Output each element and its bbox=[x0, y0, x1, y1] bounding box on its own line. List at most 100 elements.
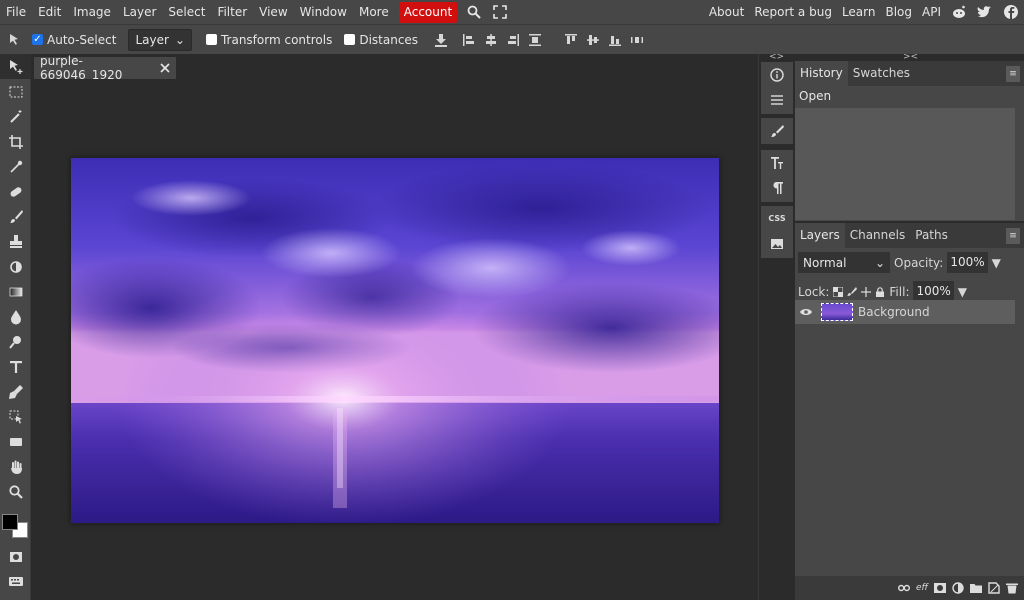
search-icon[interactable] bbox=[461, 0, 487, 24]
collapse-arrows-icon[interactable]: <> bbox=[769, 52, 784, 62]
lock-transparency-icon[interactable] bbox=[833, 286, 844, 297]
menu-window[interactable]: Window bbox=[294, 0, 353, 24]
layers-panel-tabs: Layers Channels Paths ≡ bbox=[795, 223, 1024, 248]
account-button[interactable]: Account bbox=[398, 1, 458, 23]
close-icon[interactable] bbox=[160, 63, 170, 73]
paragraph-icon[interactable] bbox=[761, 175, 793, 200]
history-panel: History Swatches ≡ Open bbox=[795, 61, 1024, 221]
blur-tool-button[interactable] bbox=[0, 304, 31, 329]
blend-mode-select[interactable]: Normal ⌄ bbox=[798, 252, 890, 273]
align-top-icon[interactable] bbox=[560, 29, 582, 51]
distribute-icon[interactable] bbox=[524, 29, 546, 51]
target-select[interactable]: Layer ⌄ bbox=[128, 28, 192, 51]
quick-mask-button[interactable] bbox=[0, 544, 31, 569]
foreground-color-swatch[interactable] bbox=[2, 514, 18, 530]
facebook-icon[interactable] bbox=[998, 0, 1024, 24]
marquee-tool-button[interactable] bbox=[0, 79, 31, 104]
lock-move-icon[interactable] bbox=[861, 286, 872, 297]
gradient-tool-button[interactable] bbox=[0, 279, 31, 304]
css-icon[interactable]: CSS bbox=[761, 206, 793, 231]
layer-mask-icon[interactable] bbox=[932, 580, 948, 596]
menu-layer[interactable]: Layer bbox=[117, 0, 162, 24]
auto-select-option[interactable]: ✓ Auto-Select bbox=[32, 33, 116, 47]
tab-channels[interactable]: Channels bbox=[845, 223, 911, 248]
magic-wand-tool-button[interactable] bbox=[0, 104, 31, 129]
info-icon[interactable] bbox=[761, 62, 793, 87]
crop-tool-button[interactable] bbox=[0, 129, 31, 154]
move-tool-button[interactable] bbox=[0, 54, 31, 79]
align-center-icon[interactable] bbox=[480, 29, 502, 51]
fill-input[interactable]: 100% bbox=[913, 281, 954, 302]
pen-tool-button[interactable] bbox=[0, 379, 31, 404]
brush-settings-icon[interactable] bbox=[761, 118, 793, 143]
blend-mode-value: Normal bbox=[803, 255, 847, 270]
new-layer-icon[interactable] bbox=[986, 580, 1002, 596]
adjustment-layer-icon[interactable] bbox=[950, 580, 966, 596]
distribute-horizontal-icon[interactable] bbox=[626, 29, 648, 51]
adjustments-icon[interactable] bbox=[761, 87, 793, 112]
tab-swatches[interactable]: Swatches bbox=[848, 61, 915, 86]
panel-menu-icon[interactable]: ≡ bbox=[1006, 66, 1020, 82]
panel-menu-icon[interactable]: ≡ bbox=[1006, 228, 1020, 244]
menu-filter[interactable]: Filter bbox=[211, 0, 253, 24]
opacity-input[interactable]: 100% bbox=[947, 252, 988, 273]
keyboard-icon[interactable] bbox=[0, 568, 31, 593]
mini-box-1 bbox=[761, 62, 793, 114]
distances-option[interactable]: Distances bbox=[344, 33, 418, 47]
eye-icon[interactable] bbox=[795, 308, 817, 316]
reddit-icon[interactable] bbox=[946, 0, 972, 24]
fullscreen-icon[interactable] bbox=[487, 0, 513, 24]
tab-layers[interactable]: Layers bbox=[795, 223, 845, 248]
history-item[interactable]: Open bbox=[795, 86, 1024, 106]
new-group-icon[interactable] bbox=[968, 580, 984, 596]
stamp-tool-button[interactable] bbox=[0, 229, 31, 254]
canvas-image[interactable] bbox=[71, 158, 719, 523]
align-middle-icon[interactable] bbox=[582, 29, 604, 51]
shape-tool-button[interactable] bbox=[0, 429, 31, 454]
hand-tool-button[interactable] bbox=[0, 454, 31, 479]
eraser-tool-button[interactable] bbox=[0, 254, 31, 279]
learn-link[interactable]: Learn bbox=[837, 5, 881, 19]
path-select-tool-button[interactable] bbox=[0, 404, 31, 429]
layer-row[interactable]: Background bbox=[795, 300, 1015, 324]
layer-effects-icon[interactable]: eff bbox=[914, 580, 930, 596]
auto-select-checkbox[interactable]: ✓ bbox=[32, 34, 43, 45]
brush-tool-button[interactable] bbox=[0, 204, 31, 229]
lock-brush-icon[interactable] bbox=[847, 286, 858, 297]
purple-sunset-image bbox=[71, 158, 719, 523]
about-link[interactable]: About bbox=[704, 5, 749, 19]
download-icon[interactable] bbox=[430, 29, 452, 51]
menu-edit[interactable]: Edit bbox=[32, 0, 67, 24]
align-bottom-icon[interactable] bbox=[604, 29, 626, 51]
character-icon[interactable] bbox=[761, 150, 793, 175]
dodge-tool-button[interactable] bbox=[0, 329, 31, 354]
menu-select[interactable]: Select bbox=[162, 0, 211, 24]
link-layers-icon[interactable] bbox=[896, 580, 912, 596]
image-icon[interactable] bbox=[761, 231, 793, 256]
tab-paths[interactable]: Paths bbox=[910, 223, 953, 248]
menu-more[interactable]: More bbox=[353, 0, 395, 24]
fill-dropdown-icon[interactable]: ▼ bbox=[958, 285, 967, 299]
align-right-icon[interactable] bbox=[502, 29, 524, 51]
opacity-dropdown-icon[interactable]: ▼ bbox=[992, 256, 1001, 270]
align-left-icon[interactable] bbox=[458, 29, 480, 51]
document-tab[interactable]: purple-669046_1920 bbox=[34, 54, 176, 82]
transform-controls-option[interactable]: Transform controls bbox=[205, 33, 332, 47]
zoom-tool-button[interactable] bbox=[0, 479, 31, 504]
menu-file[interactable]: File bbox=[0, 0, 32, 24]
menu-image[interactable]: Image bbox=[67, 0, 117, 24]
twitter-icon[interactable] bbox=[972, 0, 998, 24]
healing-tool-button[interactable] bbox=[0, 179, 31, 204]
menu-view[interactable]: View bbox=[253, 0, 293, 24]
distances-checkbox[interactable] bbox=[344, 34, 356, 45]
tab-history[interactable]: History bbox=[795, 61, 848, 86]
api-link[interactable]: API bbox=[917, 5, 946, 19]
delete-layer-icon[interactable] bbox=[1004, 580, 1020, 596]
lock-all-icon[interactable] bbox=[875, 286, 885, 297]
report-bug-link[interactable]: Report a bug bbox=[749, 5, 837, 19]
transform-controls-checkbox[interactable] bbox=[205, 34, 217, 45]
distances-label: Distances bbox=[359, 32, 419, 47]
eyedropper-tool-button[interactable] bbox=[0, 154, 31, 179]
blog-link[interactable]: Blog bbox=[880, 5, 917, 19]
text-tool-button[interactable] bbox=[0, 354, 31, 379]
